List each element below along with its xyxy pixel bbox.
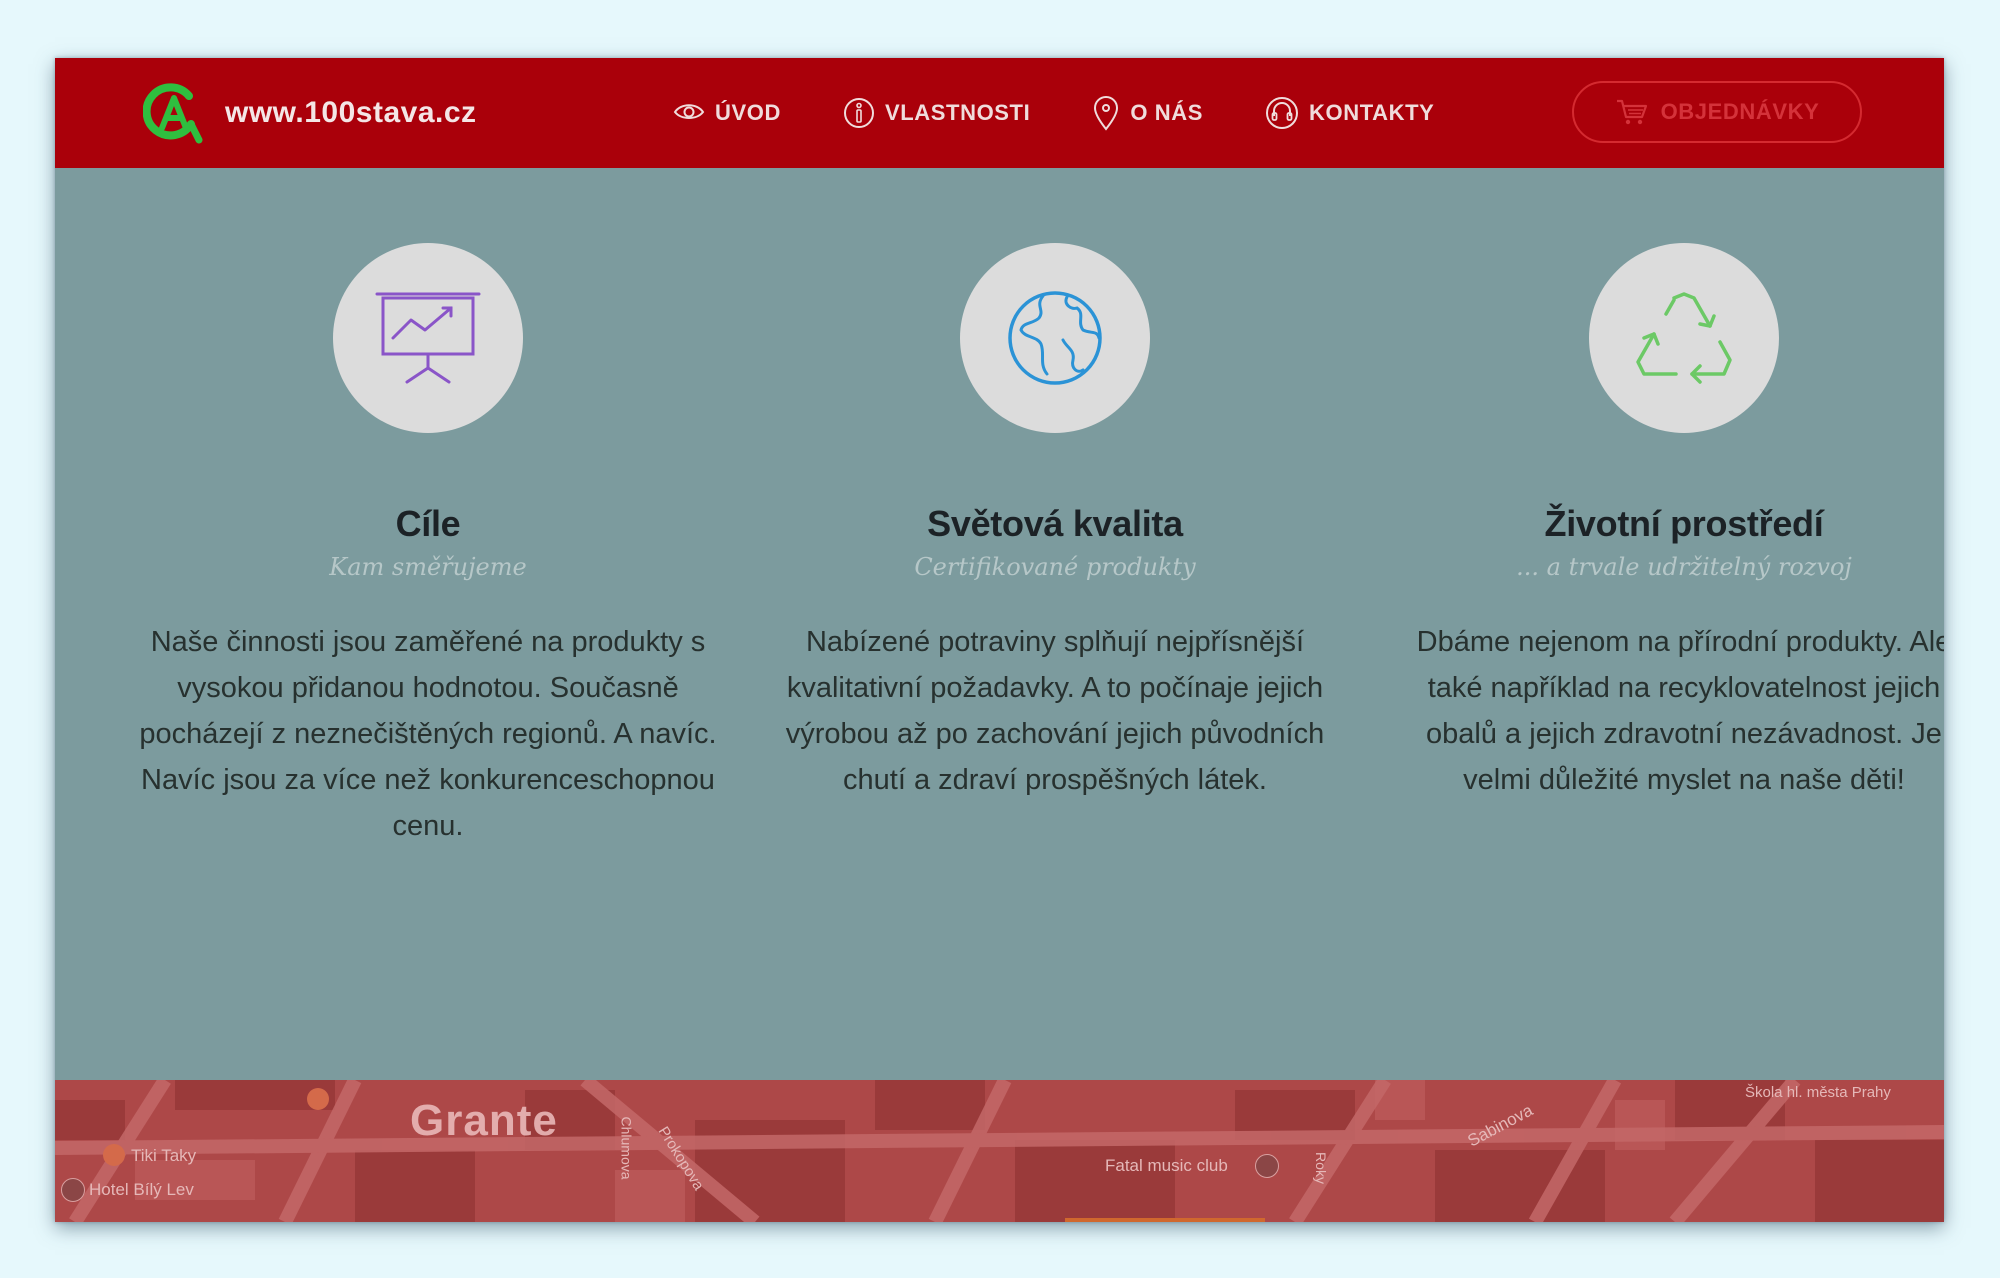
feature-subtitle: ... a trvale udržitelný rozvoj: [1516, 553, 1852, 581]
top-navbar: www.100stava.cz ÚVOD VLASTNOSTI O NÁS KO…: [55, 58, 1944, 168]
restaurant-pin-icon[interactable]: [103, 1144, 125, 1166]
map-label-tiki: Tiki Taky: [131, 1146, 197, 1165]
map-district-label: Grante: [410, 1096, 558, 1145]
map-streets: [55, 1080, 1944, 1222]
map-label-school: Škola hl. města Prahy: [1745, 1084, 1891, 1101]
feature-title: Životní prostředí: [1544, 503, 1824, 544]
nav-label-o-nas: O NÁS: [1130, 100, 1203, 125]
browser-viewport: www.100stava.cz ÚVOD VLASTNOSTI O NÁS KO…: [55, 58, 1944, 1222]
presentation-chart-icon: [375, 292, 481, 384]
hotel-pin-icon[interactable]: [61, 1178, 85, 1202]
nav-item-o-nas[interactable]: O NÁS: [1092, 95, 1203, 131]
feature-icon-circle: [333, 243, 523, 433]
main-nav: ÚVOD VLASTNOSTI O NÁS KONTAKTY: [673, 58, 1496, 168]
feature-goals: Cíle Kam směřujeme Naše činnosti jsou za…: [128, 243, 728, 849]
feature-world-quality: Světová kvalita Certifikované produkty N…: [755, 243, 1355, 803]
feature-title: Cíle: [395, 503, 461, 544]
brand-name: www.100stava.cz: [225, 96, 477, 129]
recycle-icon: [1636, 292, 1732, 384]
feature-subtitle: Kam směřujeme: [329, 553, 527, 581]
info-icon: [843, 98, 874, 128]
logo-icon: [143, 83, 203, 144]
feature-text: Dbáme nejenom na přírodní produkty. Ale …: [1416, 626, 1944, 796]
nav-item-kontakty[interactable]: KONTAKTY: [1265, 96, 1434, 130]
feature-subtitle: Certifikované produkty: [914, 553, 1196, 581]
map-label-hotel: Hotel Bílý Lev: [89, 1180, 194, 1199]
feature-text: Naše činnosti jsou zaměřené na produkty …: [139, 626, 717, 842]
brand[interactable]: www.100stava.cz: [143, 80, 477, 146]
feature-environment: Životní prostředí ... a trvale udržiteln…: [1384, 243, 1944, 803]
music-pin-icon[interactable]: [1255, 1154, 1279, 1178]
map-label-fatal: Fatal music club: [1105, 1156, 1228, 1175]
eye-icon: [673, 104, 705, 119]
shop-pin-icon[interactable]: [307, 1088, 329, 1110]
orders-button[interactable]: OBJEDNÁVKY: [1572, 81, 1862, 143]
map-label-rokycanova: Roky: [1312, 1152, 1329, 1184]
feature-icon-circle: [960, 243, 1150, 433]
globe-icon: [1008, 291, 1102, 385]
feature-icon-circle: [1589, 243, 1779, 433]
headset-icon: [1266, 97, 1298, 129]
map-label-chlumova: Chlumova: [618, 1116, 635, 1180]
feature-text: Nabízené potraviny splňují nejpřísnější …: [785, 626, 1325, 796]
map-pin-icon: [1094, 96, 1119, 131]
nav-label-uvod: ÚVOD: [715, 100, 781, 125]
nav-label-kontakty: KONTAKTY: [1309, 100, 1435, 125]
nav-item-vlastnosti[interactable]: VLASTNOSTI: [843, 97, 1030, 129]
cart-icon: [1616, 99, 1647, 125]
map-section[interactable]: Grante Tiki Taky Hotel Bílý Lev Prokopov…: [55, 1080, 1944, 1222]
nav-item-uvod[interactable]: ÚVOD: [673, 100, 781, 126]
feature-title: Světová kvalita: [927, 503, 1183, 544]
nav-label-vlastnosti: VLASTNOSTI: [884, 100, 1031, 125]
orders-button-label: OBJEDNÁVKY: [1660, 99, 1820, 124]
